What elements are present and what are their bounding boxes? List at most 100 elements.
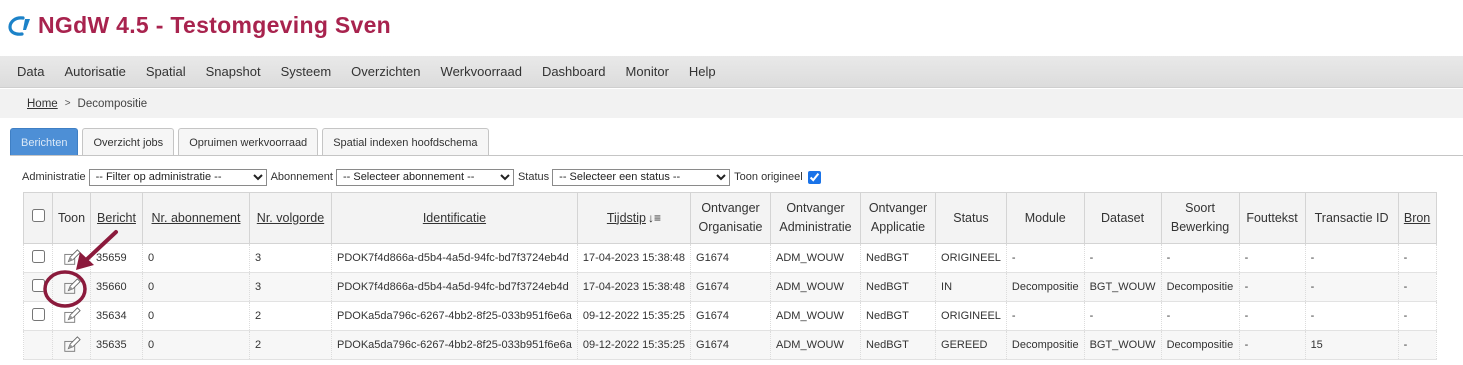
menu-item-monitor[interactable]: Monitor [616, 64, 679, 79]
row-select-cell [23, 272, 53, 302]
app-header: NGdW 4.5 - Testomgeving Sven [0, 0, 1463, 55]
module-cell: Decompositie [1005, 272, 1085, 302]
menu-item-overzichten[interactable]: Overzichten [341, 64, 430, 79]
menu-item-snapshot[interactable]: Snapshot [196, 64, 271, 79]
pencil-icon[interactable] [63, 307, 81, 325]
transactie-id-cell: - [1304, 243, 1399, 273]
nr-volgorde-cell: 3 [249, 272, 332, 302]
status-cell: ORIGINEEL [935, 243, 1007, 273]
menu-item-werkvoorraad[interactable]: Werkvoorraad [431, 64, 532, 79]
header-tijdstip[interactable]: Tijdstip ↓≡ [576, 192, 692, 244]
bericht-cell: 35635 [90, 330, 143, 360]
bron-cell: - [1397, 272, 1437, 302]
fouttekst-cell: - [1238, 272, 1306, 302]
identificatie-cell: PDOKa5da796c-6267-4bb2-8f25-033b951f6e6a [331, 301, 578, 331]
soort-bewerking-cell: Decompositie [1160, 272, 1240, 302]
toon-origineel-label: Toon origineel [734, 171, 803, 183]
menu-item-data[interactable]: Data [7, 64, 54, 79]
header-nr-abonnement[interactable]: Nr. abonnement [142, 192, 250, 244]
menu-item-dashboard[interactable]: Dashboard [532, 64, 616, 79]
tab-bar: Berichten Overzicht jobs Opruimen werkvo… [10, 128, 489, 156]
administratie-select[interactable]: -- Filter op administratie -- [88, 168, 267, 186]
breadcrumb-home-link[interactable]: Home [27, 98, 58, 110]
soort-bewerking-cell: - [1160, 243, 1240, 273]
row-checkbox[interactable] [31, 279, 45, 292]
fouttekst-cell: - [1238, 330, 1306, 360]
dataset-cell: BGT_WOUW [1083, 330, 1162, 360]
header-identificatie[interactable]: Identificatie [331, 192, 578, 244]
header-ontvanger-administratie: Ontvanger Administratie [770, 192, 862, 244]
header-ontvanger-organisatie: Ontvanger Organisatie [690, 192, 772, 244]
header-line: Administratie [779, 220, 852, 234]
header-bericht[interactable]: Bericht [90, 192, 143, 244]
tijdstip-cell: 17-04-2023 15:38:48 [576, 243, 692, 273]
header-line: Soort [1185, 201, 1215, 215]
organisatie-cell: G1674 [690, 272, 772, 302]
sort-desc-icon[interactable]: ↓≡ [648, 209, 661, 228]
row-checkbox[interactable] [31, 308, 45, 321]
status-label: Status [517, 171, 550, 183]
table-row: 35660 0 3 PDOK7f4d866a-d5b4-4a5d-94fc-bd… [23, 272, 1437, 302]
organisatie-cell: G1674 [690, 301, 772, 331]
pencil-icon[interactable] [63, 249, 81, 267]
status-select[interactable]: -- Selecteer een status -- [552, 168, 731, 186]
nr-volgorde-cell: 3 [249, 243, 332, 273]
nr-volgorde-cell: 2 [249, 330, 332, 360]
bron-cell: - [1397, 330, 1437, 360]
tab-overzicht-jobs[interactable]: Overzicht jobs [82, 128, 175, 156]
toon-cell [52, 301, 91, 331]
header-toon: Toon [52, 192, 91, 244]
bericht-cell: 35634 [90, 301, 143, 331]
header-line: Bewerking [1170, 220, 1230, 234]
nr-abonnement-cell: 0 [142, 301, 250, 331]
toon-origineel-checkbox[interactable] [807, 170, 821, 184]
identificatie-cell: PDOK7f4d866a-d5b4-4a5d-94fc-bd7f3724eb4d [331, 243, 578, 273]
header-module: Module [1005, 192, 1085, 244]
administratie-cell: ADM_WOUW [770, 272, 862, 302]
header-soort-bewerking: Soort Bewerking [1160, 192, 1240, 244]
header-bron[interactable]: Bron [1397, 192, 1437, 244]
header-nr-volgorde[interactable]: Nr. volgorde [249, 192, 332, 244]
administratie-cell: ADM_WOUW [770, 243, 862, 273]
status-cell: GEREED [935, 330, 1007, 360]
breadcrumb-current: Decompositie [77, 97, 148, 110]
menu-item-spatial[interactable]: Spatial [136, 64, 196, 79]
organisatie-cell: G1674 [690, 243, 772, 273]
tab-spatial-indexen[interactable]: Spatial indexen hoofdschema [322, 128, 489, 156]
table-row: 35635 0 2 PDOKa5da796c-6267-4bb2-8f25-03… [23, 330, 1437, 360]
tab-berichten[interactable]: Berichten [10, 128, 79, 156]
soort-bewerking-cell: - [1160, 301, 1240, 331]
transactie-id-cell: - [1304, 272, 1399, 302]
identificatie-cell: PDOKa5da796c-6267-4bb2-8f25-033b951f6e6a [331, 330, 578, 360]
fouttekst-cell: - [1238, 301, 1306, 331]
main-menu: Data Autorisatie Spatial Snapshot Systee… [0, 56, 1463, 88]
abonnement-select[interactable]: -- Selecteer abonnement -- [335, 168, 514, 186]
tab-opruimen-werkvoorraad[interactable]: Opruimen werkvoorraad [178, 128, 319, 156]
tijdstip-cell: 09-12-2022 15:35:25 [576, 301, 692, 331]
pencil-icon[interactable] [63, 278, 81, 296]
header-ontvanger-applicatie: Ontvanger Applicatie [860, 192, 937, 244]
nr-abonnement-cell: 0 [142, 272, 250, 302]
menu-item-autorisatie[interactable]: Autorisatie [54, 64, 135, 79]
bericht-cell: 35659 [90, 243, 143, 273]
header-tijdstip-label[interactable]: Tijdstip [607, 211, 646, 225]
menu-item-systeem[interactable]: Systeem [271, 64, 342, 79]
tijdstip-cell: 17-04-2023 15:38:48 [576, 272, 692, 302]
module-cell: - [1005, 243, 1085, 273]
soort-bewerking-cell: Decompositie [1160, 330, 1240, 360]
pencil-icon[interactable] [63, 336, 81, 354]
menu-item-help[interactable]: Help [679, 64, 726, 79]
applicatie-cell: NedBGT [860, 272, 937, 302]
tab-divider [10, 155, 1463, 156]
table-row: 35659 0 3 PDOK7f4d866a-d5b4-4a5d-94fc-bd… [23, 243, 1437, 273]
header-line: Applicatie [870, 220, 926, 234]
abonnement-label: Abonnement [270, 171, 333, 183]
dataset-cell: BGT_WOUW [1083, 272, 1162, 302]
chevron-right-icon: > [64, 98, 71, 109]
header-status: Status [935, 192, 1007, 244]
select-all-checkbox[interactable] [31, 208, 45, 222]
row-select-cell [23, 330, 53, 360]
applicatie-cell: NedBGT [860, 243, 937, 273]
toon-cell [52, 272, 91, 302]
row-checkbox[interactable] [31, 250, 45, 263]
